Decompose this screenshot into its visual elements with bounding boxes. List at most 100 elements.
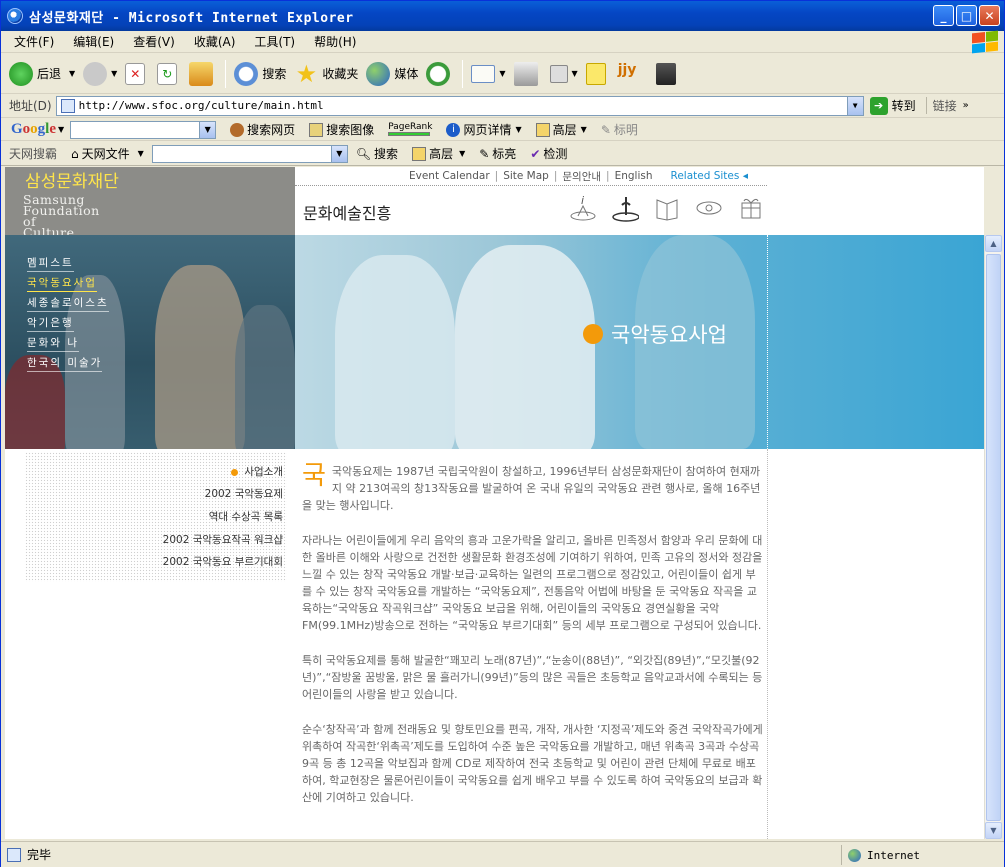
go-arrow-icon[interactable]: ➔ (869, 96, 888, 115)
tianwang-search-button[interactable]: 🔍︎ 搜索 (356, 145, 398, 162)
address-input[interactable]: http://www.sfoc.org/culture/main.html ▼ (55, 95, 864, 116)
menu-edit[interactable]: 编辑(E) (73, 33, 114, 50)
address-label: 地址(D) (9, 99, 52, 113)
submenu-2002-festival[interactable]: 2002 국악동요제 (205, 486, 283, 501)
toolbar-extra-button[interactable] (655, 62, 680, 85)
go-button[interactable]: 转到 (892, 97, 916, 114)
address-dropdown-icon[interactable]: ▼ (846, 96, 863, 115)
pagerank-indicator[interactable]: PageRank (388, 123, 432, 136)
page-viewport: 삼성문화재단 Samsung Foundation of Culture Event … (5, 167, 984, 839)
page-info-button[interactable]: i 网页详情 ▼ (446, 121, 522, 138)
nav-item-korean-artists[interactable]: 한국의 미술가 (27, 355, 103, 372)
google-up-button[interactable]: 高层 ▼ (535, 121, 587, 138)
favorites-button[interactable]: ★ 收藏夹 (294, 59, 359, 88)
search-button[interactable]: 搜索 (234, 61, 286, 86)
pen-icon: ✎ (600, 122, 611, 137)
house-icon: ⌂ (71, 146, 79, 161)
tianwang-toolbar: 天网搜霸 ⌂ 天网文件 ▼ ▼ 🔍︎ 搜索 高层 ▼ ✎ 标亮 ✔ 检测 (1, 142, 1004, 166)
minimize-button[interactable]: _ (933, 5, 954, 26)
menu-tools[interactable]: 工具(T) (254, 33, 295, 50)
close-button[interactable]: ✕ (979, 5, 1000, 26)
scroll-up-icon[interactable]: ▲ (985, 235, 1002, 252)
standard-toolbar: 后退 ▼ ▼ ✕ ↻ 搜索 ★ 收藏夹 媒体 ▼ ▼ jjy (1, 54, 1004, 94)
site-logo[interactable]: 삼성문화재단 Samsung Foundation of Culture (5, 167, 295, 239)
tianwang-check-button[interactable]: ✔ 检测 (530, 145, 567, 162)
google-search-images-button[interactable]: 搜索图像 (309, 121, 374, 138)
submenu-composition-workshop[interactable]: 2002 국악동요작곡 워크샵 (163, 532, 283, 547)
event-calendar-link[interactable]: Event Calendar (409, 170, 490, 182)
stop-icon: ✕ (125, 62, 146, 85)
nav-item-sejong-soloists[interactable]: 세종솔로이스츠 (27, 295, 109, 312)
site-map-link[interactable]: Site Map (503, 170, 549, 182)
messenger-icon: jjy (617, 61, 637, 78)
drop-cap: 국 (302, 461, 326, 491)
mail-button[interactable]: ▼ (471, 64, 506, 83)
tianwang-label: 天网搜霸 (9, 147, 58, 161)
menu-favorites[interactable]: 收藏(A) (194, 33, 236, 50)
google-menu-icon[interactable]: ▼ (58, 125, 64, 134)
submenu-singing-contest[interactable]: 2002 국악동요 부르기대회 (163, 554, 283, 569)
back-button[interactable]: 后退 ▼ (9, 61, 75, 86)
media-button[interactable]: 媒体 (366, 61, 418, 86)
google-logo[interactable]: Google (11, 121, 56, 138)
eye-category-icon[interactable] (695, 193, 723, 223)
history-button[interactable] (426, 61, 454, 86)
print-button[interactable] (513, 61, 542, 86)
scroll-down-icon[interactable]: ▼ (985, 822, 1002, 839)
folder-up-icon (412, 146, 427, 161)
google-search-dropdown-icon[interactable]: ▼ (199, 121, 216, 138)
address-bar: 地址(D) http://www.sfoc.org/culture/main.h… (1, 94, 1004, 118)
music-category-icon[interactable] (611, 193, 639, 223)
menu-view[interactable]: 查看(V) (133, 33, 175, 50)
page-status-icon (7, 847, 21, 862)
refresh-icon: ↻ (157, 62, 178, 85)
security-zone: Internet (841, 845, 920, 865)
tianwang-up-button[interactable]: 高层 ▼ (412, 145, 465, 162)
tianwang-dropdown-icon[interactable]: ▼ (330, 145, 347, 162)
notes-button[interactable] (585, 62, 610, 85)
info-category-icon[interactable]: i (569, 193, 597, 223)
forward-button[interactable]: ▼ (83, 61, 117, 86)
tianwang-files-button[interactable]: ⌂ 天网文件 ▼ (71, 145, 144, 162)
menu-file[interactable]: 文件(F) (14, 33, 54, 50)
google-toolbar: Google ▼ ▼ 搜索网页 搜索图像 PageRank i 网页详情 ▼ 高层 ▼… (1, 119, 1004, 141)
title-bar: 삼성문화재단 - Microsoft Internet Explorer _ □… (1, 1, 1004, 31)
gift-category-icon[interactable] (737, 193, 765, 223)
google-search-input[interactable]: ▼ (70, 120, 217, 139)
nav-item-instrument-bank[interactable]: 악기은행 (27, 315, 74, 332)
page-icon (60, 98, 75, 113)
nav-item-mempist[interactable]: 멤피스트 (27, 255, 74, 272)
submenu-intro[interactable]: 사업소개 (231, 464, 283, 479)
inquiry-link[interactable]: 문의안내 (562, 169, 601, 184)
menu-help[interactable]: 帮助(H) (314, 33, 356, 50)
scroll-thumb[interactable] (986, 254, 1001, 821)
star-icon: ★ (295, 59, 318, 88)
stop-button[interactable]: ✕ (125, 62, 149, 85)
tianwang-highlight-button[interactable]: ✎ 标亮 (479, 145, 516, 162)
browser-window: 삼성문화재단 - Microsoft Internet Explorer _ □… (0, 0, 1005, 867)
nav-item-culture-and-me[interactable]: 문화와 나 (27, 335, 79, 352)
nav-item-gugak-children-song[interactable]: 국악동요사업 (27, 275, 97, 292)
maximize-button[interactable]: □ (956, 5, 977, 26)
english-link[interactable]: English (615, 170, 653, 182)
submenu-winners-list[interactable]: 역대 수상곡 목록 (209, 509, 283, 524)
google-search-web-button[interactable]: 搜索网页 (230, 121, 295, 138)
vertical-scrollbar[interactable]: ▲ ▼ (984, 235, 1002, 839)
magnifier-icon: 🔍︎ (355, 146, 372, 161)
search-web-icon (230, 122, 245, 137)
tianwang-search-input[interactable]: ▼ (151, 144, 348, 163)
search-icon (234, 61, 259, 86)
book-category-icon[interactable] (653, 193, 681, 223)
chevron-right-icon[interactable]: » (963, 100, 969, 111)
edit-button[interactable]: ▼ (549, 64, 578, 83)
mail-icon (471, 64, 496, 83)
refresh-button[interactable]: ↻ (157, 62, 181, 85)
links-button[interactable]: 链接 (925, 97, 957, 114)
category-icons: i (569, 193, 765, 223)
home-button[interactable] (189, 61, 217, 86)
related-sites-link[interactable]: Related Sites ◂ (671, 170, 748, 182)
globe-icon (848, 848, 861, 862)
pen-icon: ✎ (479, 146, 490, 161)
messenger-button[interactable]: jjy (618, 62, 648, 86)
google-highlight-button[interactable]: ✎ 标明 (601, 121, 638, 138)
